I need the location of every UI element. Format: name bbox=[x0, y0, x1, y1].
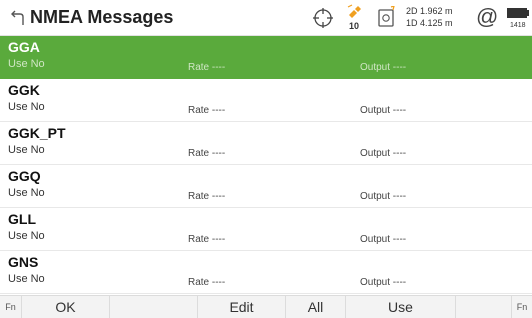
message-rate: Rate ---- bbox=[188, 148, 226, 159]
precision-1d: 1D 4.125 m bbox=[406, 18, 453, 28]
message-rate: Rate ---- bbox=[188, 277, 226, 288]
satellite-count: 10 bbox=[348, 21, 359, 31]
message-name: GGK bbox=[8, 82, 40, 98]
message-name: GGA bbox=[8, 39, 40, 55]
nmea-message-list: GGA Use No Rate ---- Output ---- GGK Use… bbox=[0, 36, 532, 294]
softkey-empty-1[interactable] bbox=[110, 296, 198, 318]
message-output: Output ---- bbox=[360, 105, 407, 116]
message-output: Output ---- bbox=[360, 191, 407, 202]
edit-button[interactable]: Edit bbox=[198, 296, 286, 318]
message-name: GNS bbox=[8, 254, 39, 270]
message-rate: Rate ---- bbox=[188, 191, 226, 202]
message-rate: Rate ---- bbox=[188, 105, 226, 116]
list-item[interactable]: GGQ Use No Rate ---- Output ---- bbox=[0, 165, 532, 208]
message-output: Output ---- bbox=[360, 62, 407, 73]
receiver-icon[interactable] bbox=[378, 6, 396, 28]
message-name: GLL bbox=[8, 211, 36, 227]
precision-2d: 2D 1.962 m bbox=[406, 6, 453, 16]
message-use: Use No bbox=[8, 144, 45, 156]
list-item[interactable]: GGK_PT Use No Rate ---- Output ---- bbox=[0, 122, 532, 165]
precision-readout: 2D 1.962 m 1D 4.125 m bbox=[406, 5, 453, 29]
battery-icon[interactable] bbox=[506, 7, 532, 19]
all-button[interactable]: All bbox=[286, 296, 346, 318]
message-output: Output ---- bbox=[360, 148, 407, 159]
message-use: Use No bbox=[8, 187, 45, 199]
list-item[interactable]: GNS Use No Rate ---- Output ---- bbox=[0, 251, 532, 294]
fn-left-button[interactable]: Fn bbox=[0, 296, 22, 318]
message-rate: Rate ---- bbox=[188, 234, 226, 245]
list-item[interactable]: GGK Use No Rate ---- Output ---- bbox=[0, 79, 532, 122]
message-name: GGQ bbox=[8, 168, 41, 184]
page-title: NMEA Messages bbox=[30, 7, 174, 27]
title-bar: NMEA Messages 10 2D 1.962 m 1D 4.125 m @… bbox=[0, 0, 532, 36]
softkey-empty-2[interactable] bbox=[456, 296, 512, 318]
message-name: GGK_PT bbox=[8, 125, 66, 141]
message-use: Use No bbox=[8, 58, 45, 70]
message-rate: Rate ---- bbox=[188, 62, 226, 73]
fn-right-button[interactable]: Fn bbox=[512, 296, 532, 318]
use-button[interactable]: Use bbox=[346, 296, 456, 318]
message-use: Use No bbox=[8, 273, 45, 285]
softkey-bar: Fn OK Edit All Use Fn bbox=[0, 295, 532, 318]
message-output: Output ---- bbox=[360, 234, 407, 245]
message-use: Use No bbox=[8, 230, 45, 242]
at-icon[interactable]: @ bbox=[476, 4, 498, 30]
clock: 1418 bbox=[510, 22, 526, 29]
list-item[interactable]: GLL Use No Rate ---- Output ---- bbox=[0, 208, 532, 251]
message-use: Use No bbox=[8, 101, 45, 113]
ok-button[interactable]: OK bbox=[22, 296, 110, 318]
back-icon[interactable] bbox=[9, 9, 25, 27]
crosshair-icon[interactable] bbox=[312, 7, 334, 29]
message-output: Output ---- bbox=[360, 277, 407, 288]
satellite-icon[interactable] bbox=[346, 4, 364, 18]
list-item[interactable]: GGA Use No Rate ---- Output ---- bbox=[0, 36, 532, 79]
